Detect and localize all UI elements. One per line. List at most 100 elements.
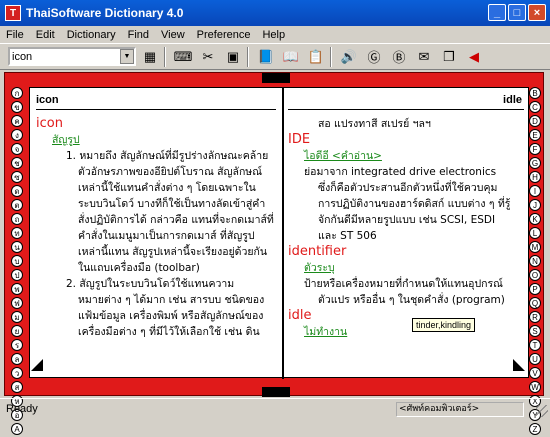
book-icon[interactable]: 📘 (255, 46, 277, 68)
resize-grip-icon[interactable] (536, 405, 548, 417)
right-tab-21[interactable]: W (529, 381, 541, 393)
right-tab-24[interactable]: Z (529, 423, 541, 435)
left-tab-14[interactable]: พ (11, 283, 23, 295)
right-tab-11[interactable]: M (529, 241, 541, 253)
menu-help[interactable]: Help (256, 29, 291, 41)
g-circle-icon[interactable]: Ⓖ (363, 46, 385, 68)
window-title: ThaiSoftware Dictionary 4.0 (26, 6, 184, 20)
spine-bottom (262, 387, 290, 397)
left-tab-10[interactable]: ท (11, 227, 23, 239)
right-tab-1[interactable]: C (529, 101, 541, 113)
maximize-button[interactable]: □ (508, 4, 526, 21)
right-line-1: IDE (288, 132, 311, 147)
status-bar: Ready <ศัพท์คอมพิวเตอร์> (0, 398, 550, 419)
card-icon[interactable]: ▣ (222, 46, 244, 68)
right-tab-18[interactable]: T (529, 339, 541, 351)
left-tab-3[interactable]: ง (11, 129, 23, 141)
speaker-icon[interactable]: 🔊 (338, 46, 360, 68)
right-tab-19[interactable]: U (529, 353, 541, 365)
search-input[interactable] (10, 50, 120, 63)
left-line-5: ระบบวินโดว์ บางทีก็ใช้เป็นทางลัดเข้าสู่ค… (78, 198, 266, 210)
forward-icon[interactable]: ◀ (463, 46, 485, 68)
notepad-icon[interactable]: 📋 (305, 46, 327, 68)
film-icon[interactable]: ▦ (139, 46, 161, 68)
right-tab-17[interactable]: S (529, 325, 541, 337)
menu-preference[interactable]: Preference (191, 29, 257, 41)
right-line-12: idle (288, 308, 312, 323)
left-tab-8[interactable]: ต (11, 199, 23, 211)
keyboard-icon[interactable]: ⌨ (172, 46, 194, 68)
left-tab-9[interactable]: ถ (11, 213, 23, 225)
right-entry-text: สอ แปรงทาสี สเปรย์ ฯลฯ IDE ไอดีอี <คำอ่าน>… (288, 116, 530, 340)
left-tab-5[interactable]: ช (11, 157, 23, 169)
right-line-2[interactable]: ไอดีอี <คำอ่าน> (288, 148, 530, 164)
left-header-divider (36, 109, 276, 110)
left-tab-7[interactable]: ด (11, 185, 23, 197)
menu-find[interactable]: Find (122, 29, 155, 41)
open-book-icon[interactable]: 📖 (280, 46, 302, 68)
minimize-button[interactable]: _ (488, 4, 506, 21)
left-tab-11[interactable]: น (11, 241, 23, 253)
right-tab-4[interactable]: F (529, 143, 541, 155)
right-tab-7[interactable]: I (529, 185, 541, 197)
left-tab-19[interactable]: ล (11, 353, 23, 365)
dictionary-book-frame: กขคงจชซดตถทนบปพฟมยรลวสหอA BCDEFGHIJKLMNO… (4, 72, 544, 435)
right-tab-13[interactable]: O (529, 269, 541, 281)
chevron-down-icon[interactable]: ▼ (120, 49, 134, 64)
menu-view[interactable]: View (155, 29, 191, 41)
left-line-10: 2. สัญรูปในระบบวินโดว์ใช้แทนความ (66, 278, 235, 290)
left-line-1[interactable]: สัญรูป (36, 132, 282, 148)
right-tab-3[interactable]: E (529, 129, 541, 141)
right-tab-15[interactable]: Q (529, 297, 541, 309)
toolbar-separator (164, 46, 166, 67)
left-tab-1[interactable]: ข (11, 101, 23, 113)
left-line-9: ในแถบเครื่องมือ (toolbar) (78, 262, 200, 274)
right-tab-16[interactable]: R (529, 311, 541, 323)
left-tab-24[interactable]: A (11, 423, 23, 435)
status-panel-category: <ศัพท์คอมพิวเตอร์> (396, 402, 524, 417)
toolbar: ▼ ▦ ⌨ ✂ ▣ 📘 📖 📋 🔊 Ⓖ Ⓑ ✉ ❐ ◀ (0, 43, 550, 70)
left-tab-4[interactable]: จ (11, 143, 23, 155)
right-tab-20[interactable]: V (529, 367, 541, 379)
left-tab-18[interactable]: ร (11, 339, 23, 351)
right-tab-10[interactable]: L (529, 227, 541, 239)
sign-icon[interactable]: ✉ (413, 46, 435, 68)
scan-icon[interactable]: ✂ (197, 46, 219, 68)
right-tab-14[interactable]: P (529, 283, 541, 295)
right-line-13[interactable]: ไม่ทำงาน (288, 324, 530, 340)
close-button[interactable]: × (528, 4, 546, 21)
left-tab-17[interactable]: ย (11, 325, 23, 337)
right-line-3: ย่อมาจาก integrated drive electronics (304, 166, 497, 178)
b-circle-icon[interactable]: Ⓑ (388, 46, 410, 68)
left-tab-21[interactable]: ส (11, 381, 23, 393)
menu-edit[interactable]: Edit (30, 29, 61, 41)
left-tab-15[interactable]: ฟ (11, 297, 23, 309)
right-line-9[interactable]: ตัวระบุ (288, 260, 530, 276)
left-tab-16[interactable]: ม (11, 311, 23, 323)
right-line-0: สอ แปรงทาสี สเปรย์ ฯลฯ (318, 118, 431, 130)
copy-icon[interactable]: ❐ (438, 46, 460, 68)
book: icon icon สัญรูป 1. หมายถึง สัญลักษณ์ที่มี… (29, 87, 530, 379)
right-tab-8[interactable]: J (529, 199, 541, 211)
search-box[interactable]: ▼ (8, 47, 136, 66)
left-tab-20[interactable]: ว (11, 367, 23, 379)
right-tab-6[interactable]: H (529, 171, 541, 183)
left-tab-6[interactable]: ซ (11, 171, 23, 183)
left-tab-12[interactable]: บ (11, 255, 23, 267)
left-tab-2[interactable]: ค (11, 115, 23, 127)
right-tab-0[interactable]: B (529, 87, 541, 99)
right-page: idle สอ แปรงทาสี สเปรย์ ฯลฯ IDE ไอดีอี <คำ… (284, 88, 530, 379)
left-tab-13[interactable]: ป (11, 269, 23, 281)
right-tab-2[interactable]: D (529, 115, 541, 127)
left-line-12: แฟ้มข้อมูล เครื่องพิมพ์ หรือสัญลักษณ์ของ (78, 310, 264, 322)
page-forward-icon[interactable] (513, 359, 525, 371)
menu-dictionary[interactable]: Dictionary (61, 29, 122, 41)
left-tab-0[interactable]: ก (11, 87, 23, 99)
right-tab-5[interactable]: G (529, 157, 541, 169)
menu-file[interactable]: File (0, 29, 30, 41)
left-entry-text: icon สัญรูป 1. หมายถึง สัญลักษณ์ที่มีรูปร่… (36, 116, 282, 340)
left-line-8: เหล่านี้แทน สัญรูปเหล่านี้จะเรียงอยู่ด้ว… (78, 246, 268, 258)
right-tab-9[interactable]: K (529, 213, 541, 225)
right-tab-12[interactable]: N (529, 255, 541, 267)
page-back-icon[interactable] (31, 359, 43, 371)
